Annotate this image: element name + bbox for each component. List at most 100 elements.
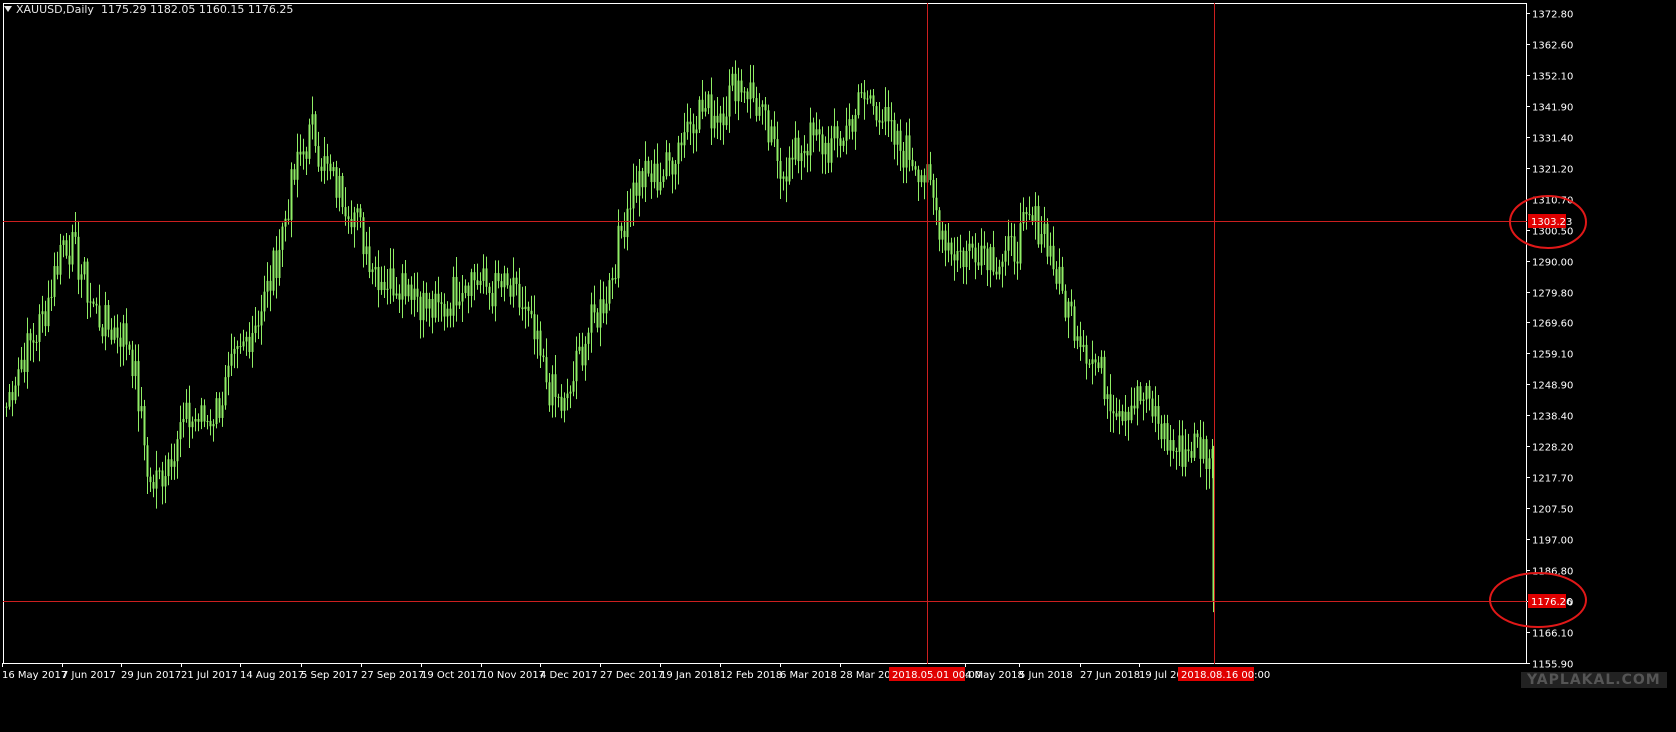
watermark: YAPLAKAL.COM bbox=[1521, 672, 1667, 688]
candle-body bbox=[485, 268, 488, 287]
candle-body bbox=[410, 284, 413, 300]
candle-body bbox=[953, 254, 956, 261]
candle-body bbox=[908, 135, 911, 160]
candle-body bbox=[1109, 394, 1112, 412]
candle-body bbox=[1139, 386, 1142, 401]
candle-body bbox=[686, 121, 689, 133]
candle-body bbox=[581, 346, 584, 366]
y-tick-label: 1238.40 bbox=[1532, 412, 1573, 423]
candle-body bbox=[323, 156, 326, 171]
candle-body bbox=[1019, 223, 1022, 264]
x-tick-label: 14 Aug 2017 bbox=[240, 670, 304, 681]
y-tick-label: 1290.00 bbox=[1532, 258, 1573, 269]
candle-body bbox=[566, 393, 569, 399]
candle-body bbox=[752, 82, 755, 99]
candle-body bbox=[137, 361, 140, 412]
candle-body bbox=[314, 114, 317, 147]
x-tick-label: 19 Jan 2018 bbox=[660, 670, 720, 681]
candle-body bbox=[1040, 233, 1043, 245]
candle-body bbox=[992, 247, 995, 272]
candle-body bbox=[254, 325, 257, 334]
x-tick-label: 27 Sep 2017 bbox=[361, 670, 424, 681]
candle-body bbox=[476, 280, 479, 286]
candle-body bbox=[950, 242, 953, 255]
y-tick-label: 1217.70 bbox=[1532, 474, 1573, 485]
candle-body bbox=[791, 157, 794, 160]
candle-body bbox=[1151, 398, 1154, 417]
candle-body bbox=[989, 247, 992, 271]
candle-body bbox=[194, 419, 197, 422]
candle-body bbox=[383, 281, 386, 290]
candle-body bbox=[638, 171, 641, 196]
candle-body bbox=[818, 129, 821, 135]
y-tick-label: 1300.50 bbox=[1532, 227, 1573, 238]
candle-body bbox=[542, 355, 545, 358]
candle-body bbox=[1061, 266, 1064, 291]
candle-body bbox=[161, 470, 164, 487]
candle-body bbox=[1199, 437, 1202, 459]
candle-body bbox=[746, 91, 749, 100]
symbol-label: XAUUSD,Daily bbox=[16, 3, 94, 16]
dropdown-triangle-icon[interactable] bbox=[4, 6, 12, 12]
candle-body bbox=[1055, 269, 1058, 284]
candle-body bbox=[848, 119, 851, 126]
candle-body bbox=[1118, 411, 1121, 417]
y-tick-label: 1279.80 bbox=[1532, 289, 1573, 300]
candle-body bbox=[344, 207, 347, 217]
candle-body bbox=[1070, 301, 1073, 307]
candle-body bbox=[1052, 245, 1055, 270]
candle-body bbox=[680, 142, 683, 146]
candle-body bbox=[593, 304, 596, 313]
candle-body bbox=[491, 292, 494, 307]
candle-body bbox=[911, 159, 914, 167]
candle-body bbox=[446, 308, 449, 317]
candle-body bbox=[944, 230, 947, 251]
candle-body bbox=[449, 308, 452, 316]
price-chart[interactable]: 1372.80 1362.60 1352.10 1341.90 1331.40 1321.… bbox=[0, 0, 1676, 732]
candle-body bbox=[641, 171, 644, 188]
candle-body bbox=[188, 402, 191, 428]
candle-body bbox=[917, 169, 920, 183]
candle-body bbox=[776, 139, 779, 161]
time-badge-left-label: 2018.05.01 00:00 bbox=[892, 670, 981, 681]
candle-body bbox=[350, 219, 353, 228]
candle-body bbox=[596, 312, 599, 328]
candle-body bbox=[395, 293, 398, 296]
candle-body bbox=[878, 120, 881, 123]
candle-body bbox=[1028, 214, 1031, 216]
candle-body bbox=[743, 91, 746, 93]
candle-body bbox=[1190, 451, 1193, 458]
candle-body bbox=[140, 406, 143, 412]
candle-body bbox=[11, 392, 14, 401]
candle-body bbox=[200, 405, 203, 422]
candle-body bbox=[1034, 206, 1037, 221]
candle-body bbox=[782, 176, 785, 179]
candle-body bbox=[716, 115, 719, 123]
y-tick-label: 1259.10 bbox=[1532, 350, 1573, 361]
candle-body bbox=[548, 382, 551, 406]
candle-body bbox=[128, 344, 131, 350]
candle-body bbox=[860, 92, 863, 94]
candle-body bbox=[224, 377, 227, 406]
candle-body bbox=[563, 398, 566, 411]
candle-body bbox=[1208, 458, 1211, 469]
candle-body bbox=[854, 115, 857, 132]
candle-body bbox=[569, 391, 572, 394]
candle-body bbox=[149, 476, 152, 483]
candle-body bbox=[770, 126, 773, 143]
candle-body bbox=[1103, 356, 1106, 400]
candle-body bbox=[869, 95, 872, 99]
candle-body bbox=[1163, 423, 1166, 440]
candle-body bbox=[1142, 399, 1145, 401]
candle-body bbox=[533, 314, 536, 340]
candle-body bbox=[764, 104, 767, 111]
candle-body bbox=[1133, 405, 1136, 409]
candle-body bbox=[455, 276, 458, 306]
candle-body bbox=[740, 80, 743, 93]
candle-body bbox=[1172, 440, 1175, 452]
candle-body bbox=[356, 208, 359, 213]
candle-body bbox=[308, 124, 311, 159]
candle-body bbox=[1043, 223, 1046, 234]
y-tick-label: 1166.10 bbox=[1532, 629, 1573, 640]
candle-body bbox=[257, 325, 260, 327]
